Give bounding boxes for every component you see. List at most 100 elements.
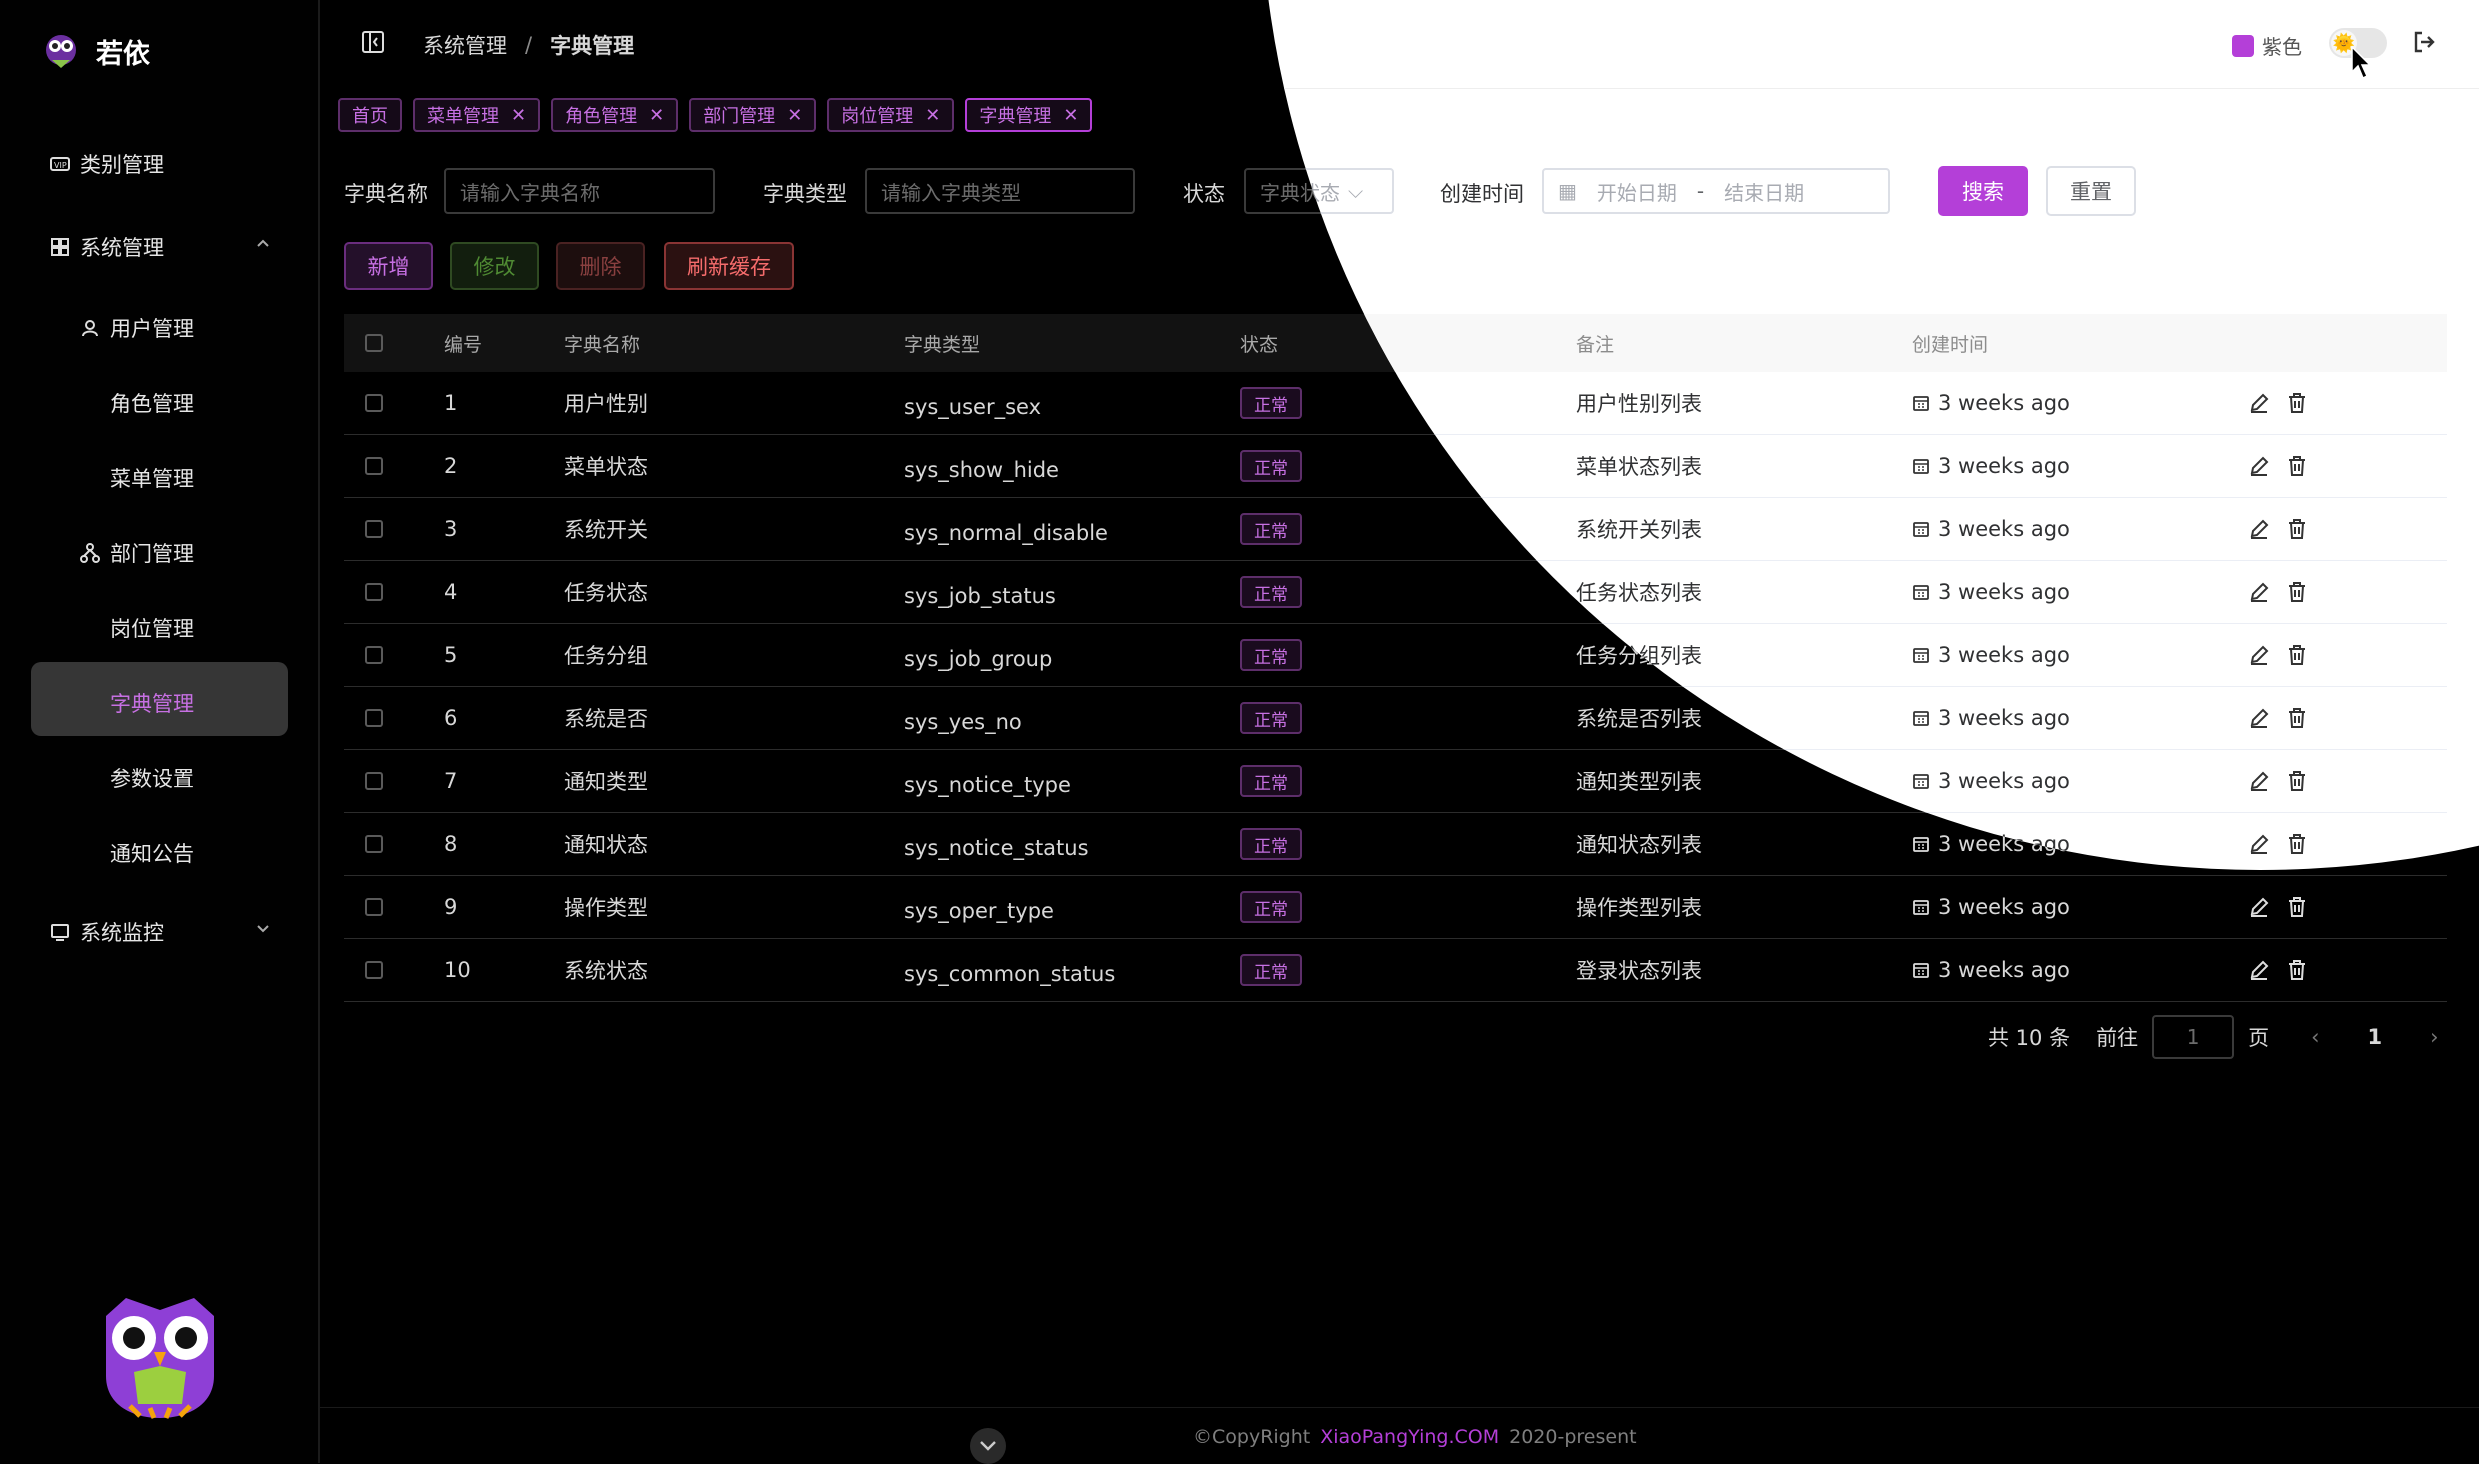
refresh-cache-button[interactable]: 刷新缓存: [664, 242, 794, 290]
edit-icon[interactable]: [2248, 518, 2270, 540]
close-icon[interactable]: ✕: [1063, 105, 1078, 126]
edit-button[interactable]: 修改: [450, 242, 539, 290]
edit-icon[interactable]: [2248, 896, 2270, 918]
edit-icon[interactable]: [2248, 455, 2270, 477]
status-cell: 正常: [1240, 939, 1302, 1001]
close-icon[interactable]: ✕: [649, 105, 664, 126]
row-checkbox[interactable]: [365, 772, 383, 790]
trash-icon[interactable]: [2286, 644, 2308, 666]
table-row[interactable]: 9 操作类型 sys_oper_type 正常 操作类型列表 3 weeks ago: [344, 876, 2447, 939]
row-checkbox[interactable]: [365, 583, 383, 601]
edit-icon[interactable]: [2248, 770, 2270, 792]
sidebar-toggle-icon[interactable]: [362, 31, 384, 53]
sidebar-item-dict[interactable]: 字典管理: [110, 688, 194, 718]
dict-type-link[interactable]: sys_yes_no: [904, 691, 1022, 753]
logout-icon[interactable]: [2412, 30, 2436, 54]
date-range-picker[interactable]: ▦ 开始日期 - 结束日期: [1542, 168, 1890, 214]
created-time: 3 weeks ago: [1938, 580, 2070, 604]
sidebar-item-posts[interactable]: 岗位管理: [110, 613, 194, 643]
sidebar-item-system[interactable]: 系统管理: [50, 232, 269, 262]
user-icon: [82, 320, 98, 337]
close-icon[interactable]: ✕: [511, 105, 526, 126]
app-logo[interactable]: 若依: [44, 30, 150, 72]
tab-menu-manage[interactable]: 菜单管理 ✕: [413, 98, 541, 132]
trash-icon[interactable]: [2286, 833, 2308, 855]
row-checkbox[interactable]: [365, 394, 383, 412]
prev-page-icon[interactable]: ‹: [2311, 1025, 2319, 1049]
dict-name-placeholder: 请输入字典名称: [460, 180, 600, 205]
dict-type-link[interactable]: sys_oper_type: [904, 880, 1054, 942]
created-time: 3 weeks ago: [1938, 391, 2070, 415]
sidebar-item-label: 部门管理: [110, 542, 194, 566]
delete-button[interactable]: 删除: [556, 242, 645, 290]
dict-type-link[interactable]: sys_job_group: [904, 628, 1052, 690]
row-checkbox[interactable]: [365, 646, 383, 664]
reset-button[interactable]: 重置: [2046, 166, 2136, 216]
tab-role-manage[interactable]: 角色管理 ✕: [551, 98, 679, 132]
sidebar-item-depts[interactable]: 部门管理: [80, 538, 194, 568]
sidebar-item-menus[interactable]: 菜单管理: [110, 463, 194, 493]
status-badge: 正常: [1240, 828, 1302, 860]
tab-dept-manage[interactable]: 部门管理 ✕: [689, 98, 817, 132]
copyright-brand-link[interactable]: XiaoPangYing.COM: [1320, 1426, 1499, 1448]
tab-label: 菜单管理: [427, 106, 499, 127]
dict-type-link[interactable]: sys_notice_status: [904, 817, 1089, 879]
sidebar-item-notice[interactable]: 通知公告: [110, 838, 194, 868]
edit-icon[interactable]: [2248, 581, 2270, 603]
dict-type-input[interactable]: 请输入字典类型: [865, 168, 1135, 214]
dict-type-link[interactable]: sys_normal_disable: [904, 502, 1108, 564]
page-jump-input[interactable]: 1: [2152, 1015, 2235, 1059]
theme-color-picker[interactable]: 紫色: [2232, 31, 2302, 60]
header-type: 字典类型: [904, 333, 981, 356]
row-checkbox[interactable]: [365, 961, 383, 979]
breadcrumb-parent[interactable]: 系统管理: [423, 30, 507, 60]
pager-goto: 前往: [2096, 1026, 2139, 1050]
dict-type-link[interactable]: sys_notice_type: [904, 754, 1071, 816]
sidebar-item-roles[interactable]: 角色管理: [110, 388, 194, 418]
tab-post-manage[interactable]: 岗位管理 ✕: [827, 98, 955, 132]
dict-name: 菜单状态: [564, 455, 648, 479]
row-checkbox[interactable]: [365, 898, 383, 916]
row-checkbox[interactable]: [365, 709, 383, 727]
dict-type-link[interactable]: sys_job_status: [904, 565, 1056, 627]
trash-icon[interactable]: [2286, 770, 2308, 792]
dict-type-link[interactable]: sys_show_hide: [904, 439, 1059, 501]
dict-id: 9: [444, 895, 458, 919]
next-page-icon[interactable]: ›: [2430, 1025, 2438, 1049]
trash-icon[interactable]: [2286, 959, 2308, 981]
sidebar-item-monitor[interactable]: 系统监控: [50, 917, 269, 947]
trash-icon[interactable]: [2286, 581, 2308, 603]
trash-icon[interactable]: [2286, 896, 2308, 918]
select-all-checkbox[interactable]: [365, 334, 383, 352]
scroll-down-icon[interactable]: [970, 1428, 1006, 1464]
sidebar-item-category[interactable]: VIP 类别管理: [50, 149, 164, 179]
dict-name-input[interactable]: 请输入字典名称: [444, 168, 715, 214]
close-icon[interactable]: ✕: [925, 105, 940, 126]
created-time-cell: 3 weeks ago: [1912, 372, 2070, 434]
table-row[interactable]: 10 系统状态 sys_common_status 正常 登录状态列表 3 weeks a…: [344, 939, 2447, 1002]
trash-icon[interactable]: [2286, 707, 2308, 729]
sidebar-item-users[interactable]: 用户管理: [80, 313, 194, 343]
tab-home[interactable]: 首页: [338, 98, 402, 132]
trash-icon[interactable]: [2286, 392, 2308, 414]
search-button[interactable]: 搜索: [1938, 166, 2028, 216]
row-checkbox[interactable]: [365, 520, 383, 538]
edit-icon[interactable]: [2248, 959, 2270, 981]
edit-icon[interactable]: [2248, 644, 2270, 666]
edit-icon[interactable]: [2248, 833, 2270, 855]
current-page[interactable]: 1: [2367, 1025, 2382, 1049]
dict-type-link[interactable]: sys_common_status: [904, 943, 1115, 1005]
add-button[interactable]: 新增: [344, 242, 433, 290]
edit-icon[interactable]: [2248, 707, 2270, 729]
dict-type-link[interactable]: sys_user_sex: [904, 376, 1041, 438]
row-checkbox[interactable]: [365, 457, 383, 475]
trash-icon[interactable]: [2286, 455, 2308, 477]
sidebar-item-config[interactable]: 参数设置: [110, 763, 194, 793]
row-actions: [2248, 876, 2308, 938]
close-icon[interactable]: ✕: [787, 105, 802, 126]
grid-icon: [51, 238, 69, 256]
trash-icon[interactable]: [2286, 518, 2308, 540]
row-checkbox[interactable]: [365, 835, 383, 853]
edit-icon[interactable]: [2248, 392, 2270, 414]
tab-dict-manage[interactable]: 字典管理 ✕: [965, 98, 1093, 132]
